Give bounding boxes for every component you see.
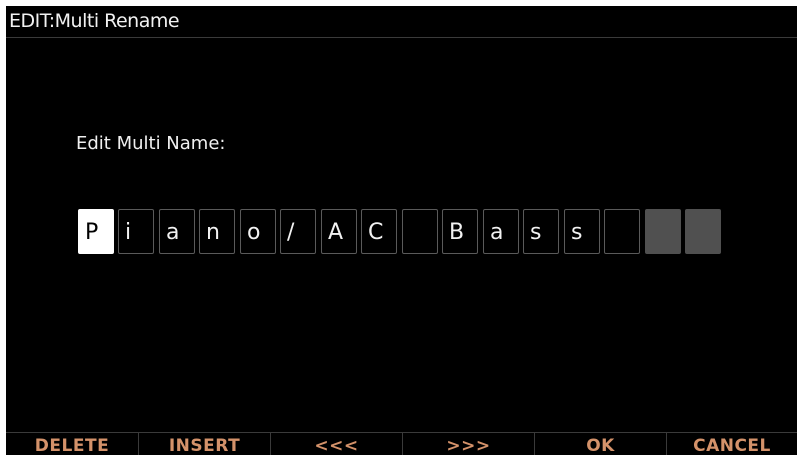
name-char-cell[interactable] [645, 209, 681, 254]
name-char-cell[interactable]: s [523, 209, 559, 254]
ok-button[interactable]: OK [534, 433, 666, 455]
name-char-cell[interactable]: s [564, 209, 600, 254]
name-char-cell[interactable]: i [118, 209, 154, 254]
name-char-cell[interactable] [604, 209, 640, 254]
name-char-cell[interactable]: C [361, 209, 397, 254]
name-char-cell[interactable]: o [240, 209, 276, 254]
name-char-cell[interactable] [402, 209, 438, 254]
name-char-cell[interactable]: a [159, 209, 195, 254]
name-char-cell[interactable] [685, 209, 721, 254]
name-char-cell[interactable]: / [280, 209, 316, 254]
delete-button[interactable]: DELETE [6, 433, 138, 455]
name-char-cell[interactable]: a [483, 209, 519, 254]
page-title: EDIT:Multi Rename [9, 10, 180, 32]
name-char-cell[interactable]: A [321, 209, 357, 254]
cancel-button[interactable]: CANCEL [666, 433, 797, 455]
insert-button[interactable]: INSERT [138, 433, 270, 455]
name-char-cell[interactable]: n [199, 209, 235, 254]
edit-name-prompt: Edit Multi Name: [76, 133, 226, 154]
cursor-right-button[interactable]: >>> [402, 433, 534, 455]
name-char-cell[interactable]: P [78, 209, 114, 254]
title-bar: EDIT:Multi Rename [6, 6, 797, 38]
cursor-left-button[interactable]: <<< [270, 433, 402, 455]
name-char-cell[interactable]: B [442, 209, 478, 254]
softkey-bar: DELETE INSERT <<< >>> OK CANCEL [6, 432, 797, 455]
display-screen: EDIT:Multi Rename Edit Multi Name: P i a… [6, 6, 797, 455]
